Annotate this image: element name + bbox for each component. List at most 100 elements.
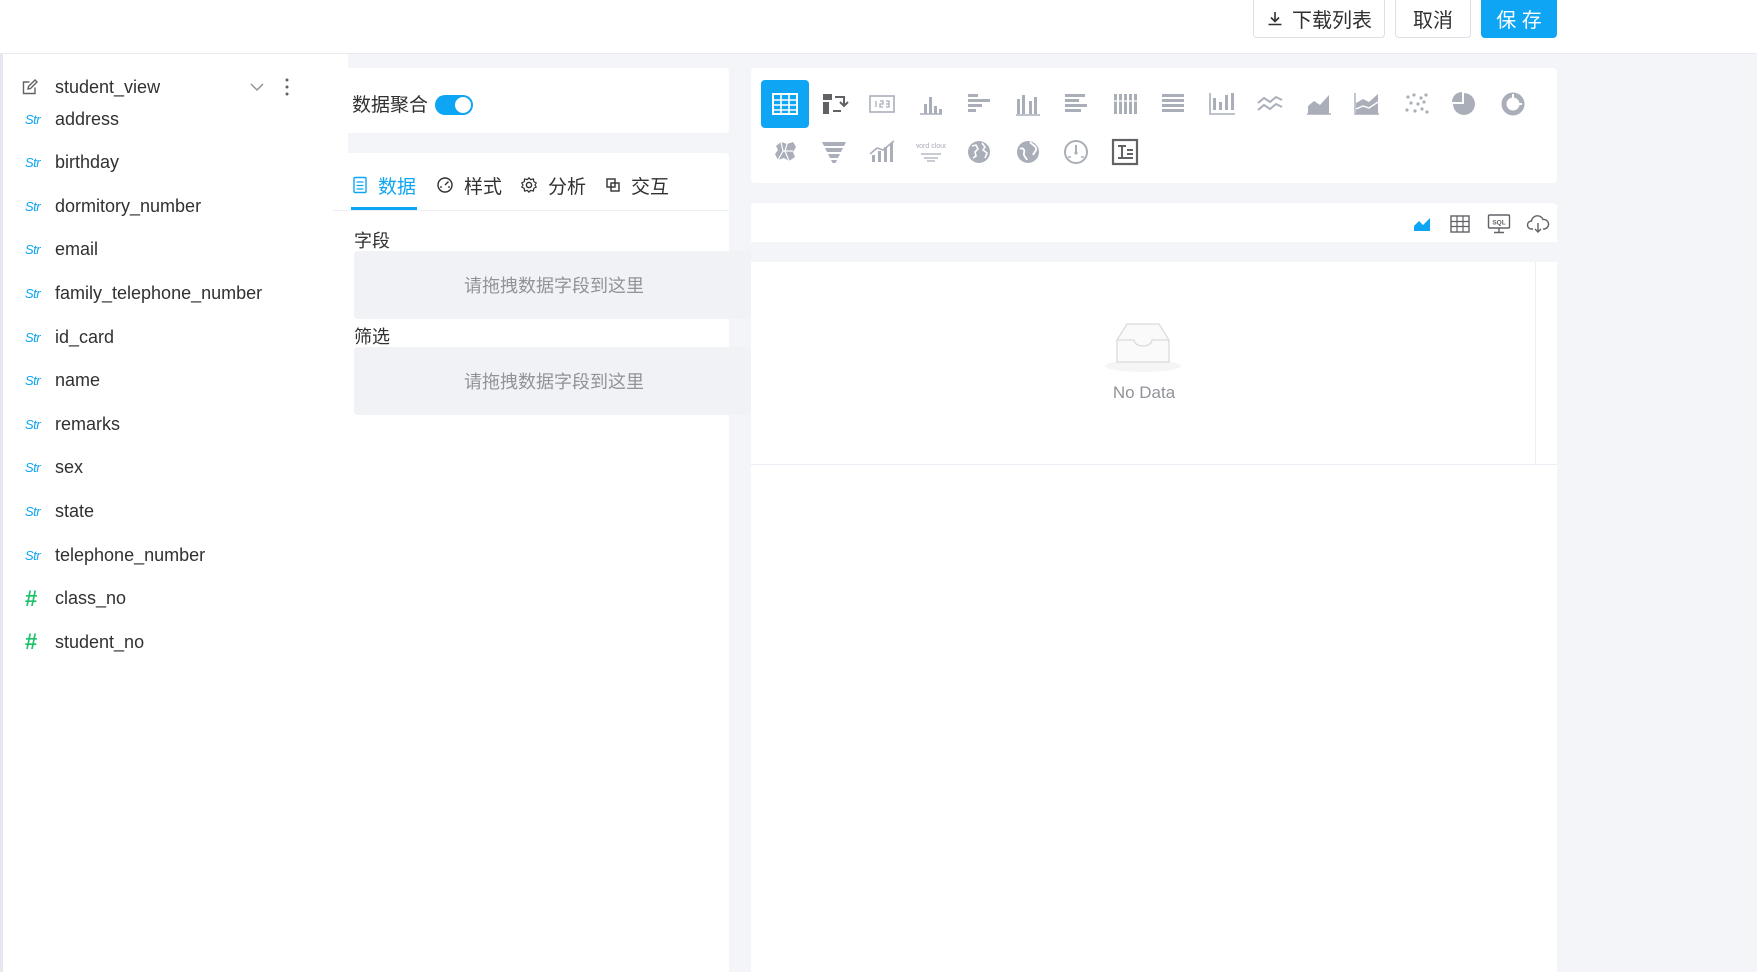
cloud-download-icon[interactable]	[1526, 213, 1550, 235]
kpi-card-icon[interactable]	[858, 80, 906, 128]
field-item[interactable]: Str dormitory_number	[25, 191, 201, 221]
field-item[interactable]: Str remarks	[25, 409, 120, 439]
cancel-label: 取消	[1413, 10, 1453, 32]
bar-chart-icon[interactable]	[907, 80, 955, 128]
tab-divider	[333, 210, 729, 211]
save-button[interactable]: 保 存	[1481, 0, 1557, 38]
scatter-icon[interactable]	[1392, 80, 1440, 128]
horizontal-grouped-bar-icon[interactable]	[1052, 80, 1100, 128]
svg-text:word cloud: word cloud	[916, 143, 946, 150]
tab-label: 样式	[464, 176, 503, 198]
gauge-chart-icon[interactable]	[1052, 128, 1100, 176]
chevron-down-icon[interactable]	[249, 80, 265, 94]
table-icon[interactable]	[761, 80, 809, 128]
combo-chart-icon[interactable]	[858, 128, 906, 176]
list-icon	[352, 176, 368, 194]
horizontal-stacked-bar-icon[interactable]	[1149, 80, 1197, 128]
grouped-bar-icon[interactable]	[1004, 80, 1052, 128]
percent-bar-icon[interactable]	[1198, 80, 1246, 128]
number-type-icon: #	[25, 585, 38, 611]
aggregate-toggle[interactable]	[435, 95, 473, 115]
field-panel: student_view Str address Str birthday Str dor…	[3, 54, 348, 972]
tab-label: 数据	[378, 176, 417, 198]
map-icon[interactable]	[761, 128, 809, 176]
field-item[interactable]: Str sex	[25, 453, 83, 483]
string-type-icon: Str	[25, 460, 41, 476]
download-list-button[interactable]: 下载列表	[1253, 0, 1385, 38]
tab-label: 分析	[548, 176, 587, 198]
field-name: sex	[55, 457, 84, 478]
tab-1[interactable]: 样式	[436, 171, 502, 199]
edit-icon[interactable]	[21, 78, 39, 96]
field-item[interactable]: Str family_telephone_number	[25, 278, 262, 308]
dataset-selector[interactable]: student_view	[21, 72, 341, 102]
fields-dropzone-text: 请拖拽数据字段到这里	[464, 276, 644, 296]
chart-view-icon[interactable]	[1411, 213, 1433, 235]
word-cloud-icon[interactable]: word cloud	[907, 128, 955, 176]
string-type-icon: Str	[25, 111, 41, 127]
field-item[interactable]: Str email	[25, 235, 98, 265]
string-type-icon: Str	[25, 373, 41, 389]
field-name: class_no	[55, 588, 127, 609]
field-item[interactable]: Str birthday	[25, 148, 119, 178]
world-map-icon[interactable]	[1004, 128, 1052, 176]
tab-0[interactable]: 数据	[352, 171, 416, 199]
string-type-icon: Str	[25, 285, 41, 301]
string-type-icon: Str	[25, 242, 41, 258]
field-item[interactable]: Str telephone_number	[25, 540, 205, 570]
field-item[interactable]: # student_no	[25, 627, 144, 657]
field-name: family_telephone_number	[55, 282, 263, 303]
field-item[interactable]: Str name	[25, 366, 100, 396]
donut-icon[interactable]	[1489, 80, 1537, 128]
field-name: name	[55, 370, 101, 391]
field-name: id_card	[55, 326, 115, 347]
field-name: address	[55, 108, 120, 129]
tab-3[interactable]: 交互	[605, 171, 669, 199]
line-chart-icon[interactable]	[1246, 80, 1294, 128]
save-label: 保 存	[1496, 10, 1542, 32]
fields-dropzone[interactable]: 请拖拽数据字段到这里	[354, 251, 754, 319]
string-type-icon: Str	[25, 547, 41, 563]
download-list-label: 下载列表	[1292, 10, 1372, 32]
fields-label: 字段	[354, 231, 390, 251]
field-name: student_no	[55, 631, 145, 652]
area-chart-icon[interactable]	[1295, 80, 1343, 128]
funnel-icon[interactable]	[810, 128, 858, 176]
field-name: state	[55, 500, 95, 521]
globe-icon[interactable]	[955, 128, 1003, 176]
pivot-table-icon[interactable]	[810, 80, 858, 128]
filter-dropzone[interactable]: 请拖拽数据字段到这里	[354, 347, 754, 415]
preview-card: SQL No Data	[751, 203, 1557, 972]
horizontal-bar-icon[interactable]	[955, 80, 1003, 128]
table-view-icon[interactable]	[1449, 213, 1471, 235]
gauge-icon	[436, 176, 454, 194]
more-vertical-icon[interactable]	[283, 78, 291, 96]
field-item[interactable]: Str state	[25, 496, 94, 526]
tab-2[interactable]: 分析	[520, 171, 586, 199]
string-type-icon: Str	[25, 329, 41, 345]
sql-view-icon[interactable]: SQL	[1487, 213, 1511, 235]
rich-text-icon[interactable]	[1101, 128, 1149, 176]
field-name: email	[55, 239, 99, 260]
filter-label: 筛选	[354, 327, 390, 347]
preview-separator	[751, 242, 1557, 262]
gear-icon	[520, 176, 538, 194]
field-item[interactable]: # class_no	[25, 584, 126, 614]
cancel-button[interactable]: 取消	[1395, 0, 1471, 38]
field-name: birthday	[55, 152, 120, 173]
number-type-icon: #	[25, 629, 38, 655]
tab-label: 交互	[631, 176, 670, 198]
stacked-bar-icon[interactable]	[1101, 80, 1149, 128]
field-name: telephone_number	[55, 544, 206, 565]
field-item[interactable]: Str id_card	[25, 322, 114, 352]
stacked-area-icon[interactable]	[1343, 80, 1391, 128]
filter-dropzone-text: 请拖拽数据字段到这里	[464, 372, 644, 392]
aggregate-label: 数据聚合	[352, 95, 429, 116]
view-name: student_view	[55, 76, 161, 97]
pie-icon[interactable]	[1440, 80, 1488, 128]
field-item[interactable]: Str address	[25, 104, 119, 134]
data-config-card: 数据 样式 分析 交互 字段 请拖拽数据字段到这里 筛选 请拖拽数据字段到这里	[333, 153, 754, 972]
string-type-icon: Str	[25, 416, 41, 432]
chart-type-card: word cloud	[751, 68, 1557, 183]
sql-label: SQL	[1492, 220, 1505, 227]
